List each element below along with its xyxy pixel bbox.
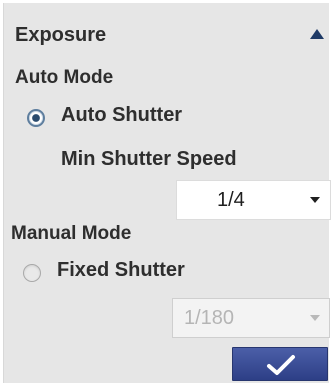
checkmark-icon [267,355,295,375]
auto-shutter-radio[interactable] [27,109,45,127]
min-shutter-speed-label: Min Shutter Speed [61,148,237,170]
auto-mode-section-label: Auto Mode [15,67,114,88]
fixed-shutter-label[interactable]: Fixed Shutter [57,259,185,282]
auto-shutter-label[interactable]: Auto Shutter [61,104,182,127]
chevron-down-icon [310,197,320,203]
fixed-shutter-radio[interactable] [23,264,41,282]
apply-button[interactable] [232,347,328,381]
fixed-shutter-select: 1/180 [172,298,330,338]
manual-mode-section-label: Manual Mode [11,223,132,244]
chevron-down-icon [310,315,320,321]
collapse-triangle-up-icon[interactable] [310,29,324,39]
min-shutter-speed-select[interactable]: 1/4 [176,180,331,220]
fixed-shutter-value: 1/180 [184,307,235,329]
panel-title: Exposure [15,24,107,46]
min-shutter-speed-value: 1/4 [217,189,245,211]
